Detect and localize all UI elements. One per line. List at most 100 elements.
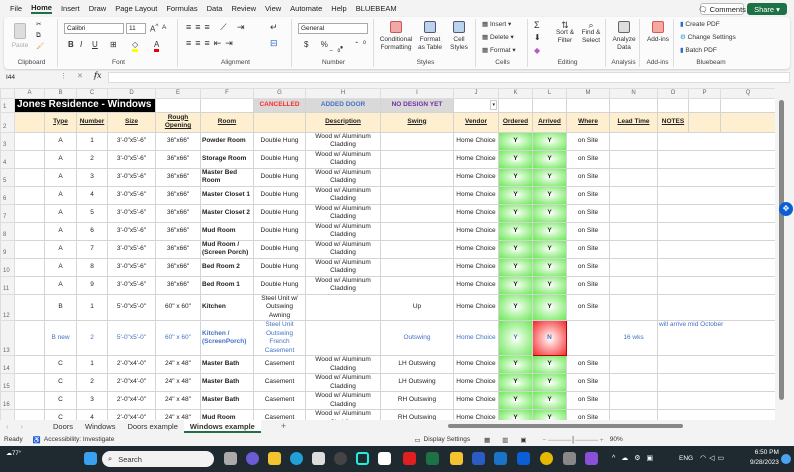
dell-icon[interactable] [334,452,347,465]
cell-type[interactable]: A [44,149,77,169]
cell-swing[interactable]: LH Outswing [380,373,454,392]
cell-arrived[interactable]: Y [532,409,567,420]
cell-style[interactable]: Casement [253,355,306,374]
cell-notes[interactable] [657,391,775,410]
addins-button[interactable]: Add-ins [644,21,672,44]
cell-num[interactable]: 3 [76,167,108,187]
format-painter-icon[interactable]: 🖌 [36,43,44,51]
cell-lead[interactable] [609,373,658,392]
cell-size[interactable]: 3'-0"x5'-6" [107,131,156,151]
filter-dropdown[interactable]: ▾ [453,97,499,113]
cell-vendor[interactable]: Home Choice [453,391,499,410]
cell-num[interactable]: 1 [76,355,108,374]
cell-style[interactable]: Steel Unit w/ Outswing Awning [253,293,306,321]
format-as-table-button[interactable]: Format as Table [416,21,444,52]
cell-vendor[interactable]: Home Choice [453,131,499,151]
horizontal-scroll-thumb[interactable] [448,424,683,428]
cell-ro[interactable]: 36"x66" [155,167,201,187]
column-heading[interactable]: Swing [380,111,454,133]
cell-ordered[interactable]: Y [498,149,533,169]
column-header[interactable]: F [200,88,254,99]
view-buttons[interactable]: ▦▥▣ [484,436,538,444]
cell-type[interactable]: A [44,203,77,223]
cell[interactable] [688,97,721,113]
cell-ordered[interactable]: Y [498,320,533,356]
cell-ordered[interactable]: Y [498,131,533,151]
cell[interactable] [609,97,658,113]
cell-style[interactable]: Casement [253,373,306,392]
cell[interactable] [688,111,721,133]
cell-lead[interactable] [609,293,658,321]
column-heading[interactable]: Number [76,111,108,133]
cell-ordered[interactable]: Y [498,293,533,321]
number-format-icons[interactable]: $ % ❟ ⁺⁰ ⁻⁰ [302,41,373,57]
merge-center-icon[interactable]: ⊟ [270,39,278,48]
cell-style[interactable]: Double Hung [253,167,306,187]
cell-arrived[interactable]: Y [532,149,567,169]
cell-where[interactable]: on Site [566,221,610,241]
cell-a[interactable] [14,320,45,356]
row-header[interactable]: 9 [0,239,15,259]
cell-num[interactable]: 1 [76,131,108,151]
cell-where[interactable]: on Site [566,149,610,169]
cell-notes[interactable]: will arrive mid October [657,320,775,356]
row-header[interactable]: 8 [0,221,15,241]
row-header[interactable]: 15 [0,373,15,392]
row-header[interactable]: 7 [0,203,15,223]
cell-size[interactable]: 5'-0"x5'-0" [107,320,156,356]
cell-where[interactable]: on Site [566,293,610,321]
menu-automate[interactable]: Automate [290,4,322,13]
cell-arrived[interactable]: Y [532,239,567,259]
cell-a[interactable] [14,257,45,277]
cell-vendor[interactable]: Home Choice [453,203,499,223]
cell-type[interactable]: A [44,275,77,295]
row-header[interactable]: 17 [0,409,15,420]
fill-color-icon[interactable]: ◇ [132,41,139,52]
formula-input[interactable] [108,72,790,83]
legend-cancelled[interactable]: CANCELLED [253,97,306,113]
number-format-select[interactable]: General [298,23,368,34]
zoom-slider[interactable]: − ─────┃───── + [543,436,604,444]
cell-size[interactable]: 3'-0"x5'-6" [107,275,156,295]
batch-pdf-button[interactable]: ▮ Batch PDF [680,47,717,55]
cell-desc[interactable]: Wood w/ Aluminum Cladding [305,185,381,205]
row-header[interactable]: 3 [0,131,15,151]
column-header[interactable]: O [657,88,689,99]
increase-font-icon[interactable]: A^ [150,23,158,34]
cell-swing[interactable]: Outswing [380,320,454,356]
amazon-icon[interactable] [378,452,391,465]
cell-num[interactable]: 5 [76,203,108,223]
name-box[interactable]: I44 [4,72,54,83]
cell[interactable] [155,97,201,113]
column-heading[interactable]: Where [566,111,610,133]
cell-room[interactable]: Storage Room [200,149,254,169]
taskbar-search[interactable]: ⌕ Search [102,451,214,467]
cell-style[interactable]: Steel Unit Outswing French Casement [253,320,306,356]
start-icon[interactable] [84,452,97,465]
clock[interactable]: 6:50 PM 9/28/2023 [750,448,779,468]
cell-type[interactable]: B new [44,320,77,356]
sheet-tab[interactable]: Windows example [183,420,261,433]
cell-desc[interactable]: Wood w/ Aluminum Cladding [305,167,381,187]
cell-a[interactable] [14,149,45,169]
cell-ro[interactable]: 24" x 48" [155,409,201,420]
cell-lead[interactable] [609,185,658,205]
find-select-button[interactable]: ⌕ Find & Select [578,21,604,45]
cell[interactable] [498,97,533,113]
cell-size[interactable]: 3'-0"x5'-6" [107,221,156,241]
row-header[interactable]: 2 [0,111,15,133]
cell-arrived[interactable]: Y [532,391,567,410]
row-header[interactable]: 13 [0,320,15,356]
cell-type[interactable]: A [44,239,77,259]
fill-icon[interactable]: ⬇ [534,34,541,42]
cell-ordered[interactable]: Y [498,391,533,410]
cell-type[interactable]: C [44,391,77,410]
cell-notes[interactable] [657,221,775,241]
cell-num[interactable]: 2 [76,373,108,392]
cell-size[interactable]: 2'-0"x4'-0" [107,355,156,374]
column-heading[interactable]: Vendor [453,111,499,133]
cell-vendor[interactable]: Home Choice [453,293,499,321]
cell-where[interactable]: on Site [566,131,610,151]
teams-icon[interactable] [246,452,259,465]
column-header[interactable]: L [532,88,567,99]
